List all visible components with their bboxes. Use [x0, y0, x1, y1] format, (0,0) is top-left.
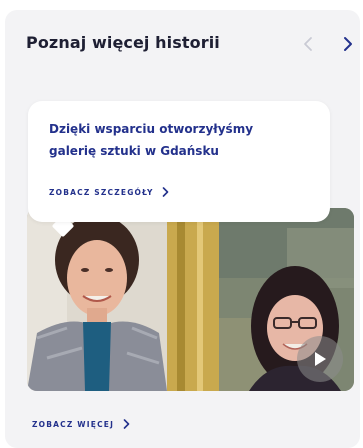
play-video-button[interactable] — [297, 336, 343, 382]
view-details-link[interactable]: ZOBACZ SZCZEGÓŁY — [49, 187, 169, 197]
story-title: Dzięki wsparciu otworzyłyśmy galerię szt… — [49, 122, 254, 158]
view-more-label: ZOBACZ WIĘCEJ — [32, 419, 115, 429]
stories-card: Poznaj więcej historii Dzięki wsparciu o… — [5, 10, 360, 448]
previous-story-button[interactable] — [295, 31, 321, 57]
next-story-button[interactable] — [335, 31, 360, 57]
section-title: Poznaj więcej historii — [26, 33, 220, 52]
chevron-right-icon — [344, 37, 352, 51]
chevron-right-icon — [162, 187, 168, 197]
view-details-label: ZOBACZ SZCZEGÓŁY — [49, 187, 154, 197]
play-icon — [315, 352, 326, 366]
chevron-right-icon — [123, 419, 130, 429]
chevron-left-icon — [304, 37, 312, 51]
view-more-link[interactable]: ZOBACZ WIĘCEJ — [32, 419, 130, 429]
story-bubble: Dzięki wsparciu otworzyłyśmy galerię szt… — [28, 101, 330, 222]
